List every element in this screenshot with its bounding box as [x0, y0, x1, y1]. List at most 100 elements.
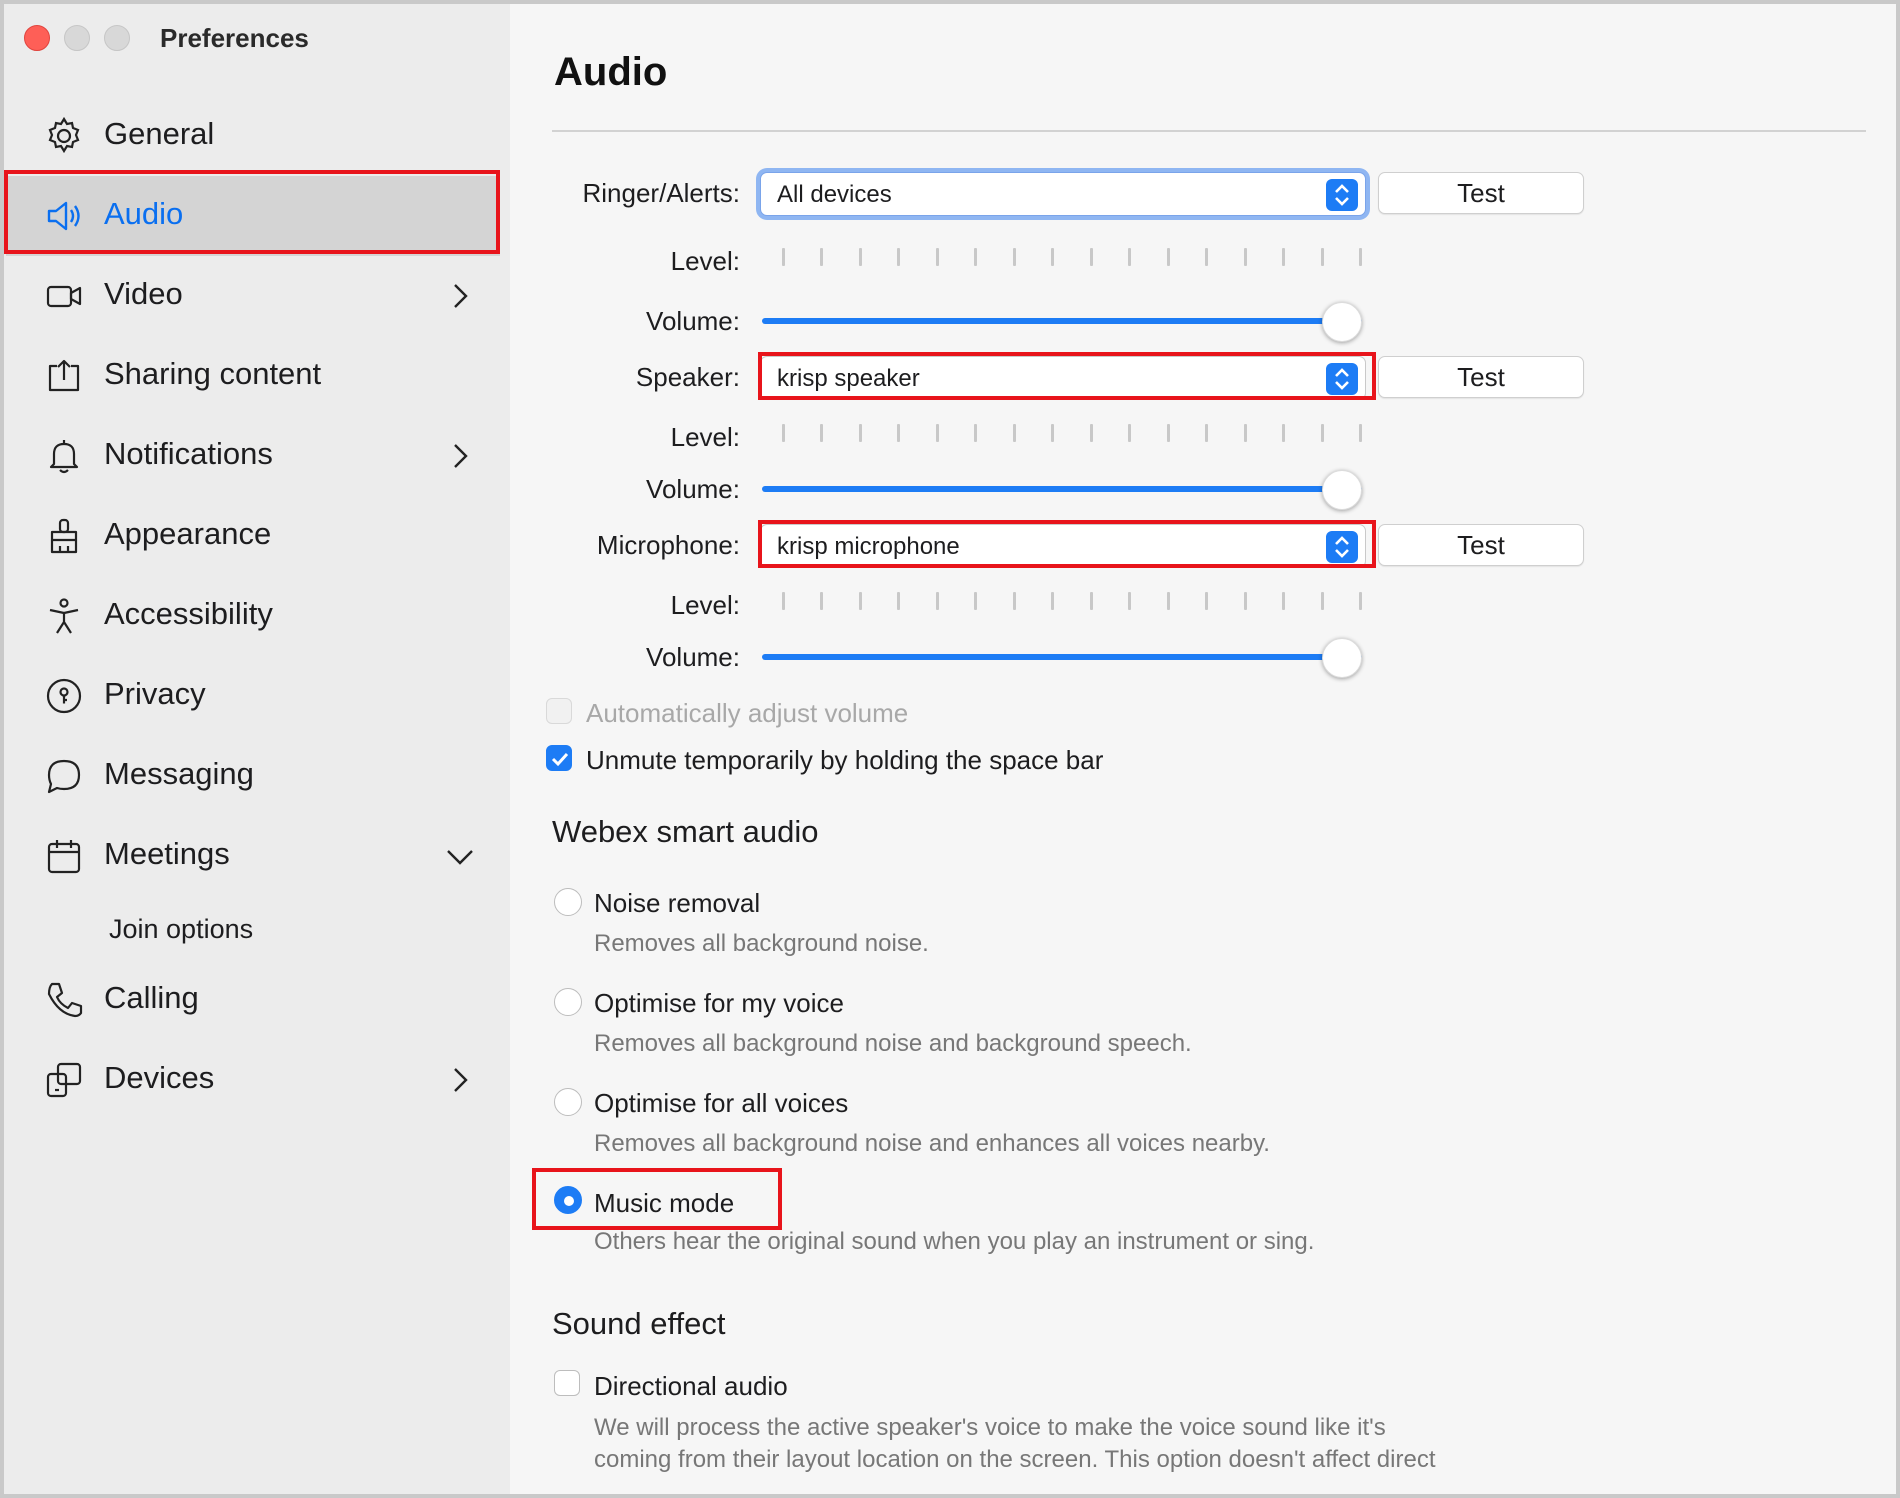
ringer-select[interactable]: All devices — [760, 172, 1366, 216]
gear-icon — [44, 116, 84, 156]
level-tick — [974, 592, 977, 610]
ringer-select-value: All devices — [777, 181, 892, 208]
level-tick — [1205, 592, 1208, 610]
sidebar-item-meetings[interactable]: Meetings — [6, 816, 500, 896]
level-tick — [1051, 248, 1054, 266]
paint-brush-icon — [44, 516, 84, 556]
checkmark-icon — [551, 752, 569, 767]
sidebar-item-label: Video — [104, 276, 183, 311]
optimise-all-voices-radio[interactable] — [554, 1088, 582, 1116]
minimize-window-button[interactable] — [64, 25, 90, 51]
level-tick — [1051, 592, 1054, 610]
microphone-highlight-box — [758, 520, 1376, 568]
level-tick — [1282, 592, 1285, 610]
sidebar-item-label: Calling — [104, 980, 199, 1015]
level-tick — [897, 592, 900, 610]
sidebar-item-label: Appearance — [104, 516, 272, 551]
chevron-right-icon[interactable] — [444, 280, 476, 312]
level-tick — [936, 592, 939, 610]
sidebar-item-messaging[interactable]: Messaging — [6, 736, 500, 816]
level-tick — [782, 592, 785, 610]
directional-audio-checkbox[interactable] — [554, 1370, 580, 1396]
level-tick — [1090, 248, 1093, 266]
divider — [552, 130, 1866, 132]
microphone-level-label: Level: — [670, 590, 740, 620]
level-tick — [897, 424, 900, 442]
level-tick — [1128, 248, 1131, 266]
level-tick — [782, 424, 785, 442]
level-tick — [1013, 592, 1016, 610]
directional-audio-description-line1: We will process the active speaker's voi… — [594, 1414, 1386, 1441]
level-tick — [1359, 248, 1362, 266]
optimise-my-voice-label: Optimise for my voice — [594, 988, 844, 1018]
sidebar-item-accessibility[interactable]: Accessibility — [6, 576, 500, 656]
microphone-volume-slider[interactable] — [762, 638, 1362, 678]
speaker-label: Speaker: — [635, 362, 740, 392]
sidebar-item-label: Notifications — [104, 436, 273, 471]
level-tick — [1205, 248, 1208, 266]
audio-settings-panel: Audio Ringer/Alerts: All devices Test Le… — [510, 4, 1896, 1494]
sidebar-item-appearance[interactable]: Appearance — [6, 496, 500, 576]
ringer-test-button[interactable]: Test — [1378, 172, 1584, 214]
zoom-window-button[interactable] — [104, 25, 130, 51]
slider-track — [762, 486, 1362, 492]
ringer-label: Ringer/Alerts: — [582, 178, 741, 208]
music-mode-description: Others hear the original sound when you … — [594, 1228, 1315, 1255]
sidebar-item-privacy[interactable]: Privacy — [6, 656, 500, 736]
sidebar-item-label: General — [104, 116, 215, 151]
level-tick — [859, 424, 862, 442]
slider-knob[interactable] — [1322, 302, 1362, 342]
page-title: Audio — [554, 50, 668, 94]
speaker-test-button[interactable]: Test — [1378, 356, 1584, 398]
slider-knob[interactable] — [1322, 638, 1362, 678]
audio-highlight-box — [4, 170, 500, 254]
optimise-all-voices-description: Removes all background noise and enhance… — [594, 1130, 1270, 1157]
sidebar-item-label: Sharing content — [104, 356, 322, 391]
level-tick — [1128, 592, 1131, 610]
chevron-right-icon[interactable] — [444, 440, 476, 472]
slider-knob[interactable] — [1322, 470, 1362, 510]
level-tick — [1051, 424, 1054, 442]
level-tick — [1244, 592, 1247, 610]
unmute-space-bar-checkbox[interactable] — [546, 745, 572, 771]
phone-icon — [44, 980, 84, 1020]
speaker-volume-slider[interactable] — [762, 470, 1362, 510]
optimise-my-voice-radio[interactable] — [554, 988, 582, 1016]
level-tick — [1244, 248, 1247, 266]
sidebar-subitem-join-options[interactable]: Join options — [109, 914, 253, 945]
sidebar-item-calling[interactable]: Calling — [6, 960, 500, 1040]
sidebar-item-notifications[interactable]: Notifications — [6, 416, 500, 496]
sidebar-item-label: Privacy — [104, 676, 206, 711]
level-tick — [859, 248, 862, 266]
level-tick — [1321, 248, 1324, 266]
unmute-space-bar-label: Unmute temporarily by holding the space … — [586, 745, 1104, 775]
microphone-test-button[interactable]: Test — [1378, 524, 1584, 566]
ringer-level-label: Level: — [670, 246, 740, 276]
sidebar-item-video[interactable]: Video — [6, 256, 500, 336]
ringer-volume-slider[interactable] — [762, 302, 1362, 342]
microphone-label: Microphone: — [596, 530, 740, 560]
chevron-down-icon[interactable] — [444, 840, 476, 872]
microphone-volume-label: Volume: — [646, 642, 740, 672]
speaker-highlight-box — [758, 352, 1376, 400]
level-tick — [1282, 248, 1285, 266]
sidebar-item-devices[interactable]: Devices — [6, 1040, 500, 1120]
sidebar-item-sharing-content[interactable]: Sharing content — [6, 336, 500, 416]
ringer-volume-label: Volume: — [646, 306, 740, 336]
close-window-button[interactable] — [24, 25, 50, 51]
level-tick — [1013, 248, 1016, 266]
noise-removal-radio[interactable] — [554, 888, 582, 916]
directional-audio-description-line2: coming from their layout location on the… — [594, 1446, 1436, 1473]
level-tick — [1244, 424, 1247, 442]
sidebar-item-general[interactable]: General — [6, 96, 500, 176]
optimise-my-voice-description: Removes all background noise and backgro… — [594, 1030, 1192, 1057]
level-tick — [1013, 424, 1016, 442]
sidebar-item-label: Devices — [104, 1060, 215, 1095]
chevron-right-icon[interactable] — [444, 1064, 476, 1096]
auto-adjust-volume-checkbox[interactable] — [546, 698, 572, 724]
sidebar: Preferences General Audio Video Sharing … — [4, 4, 510, 1494]
level-tick — [782, 248, 785, 266]
slider-track — [762, 654, 1362, 660]
level-tick — [1090, 424, 1093, 442]
noise-removal-description: Removes all background noise. — [594, 930, 929, 957]
